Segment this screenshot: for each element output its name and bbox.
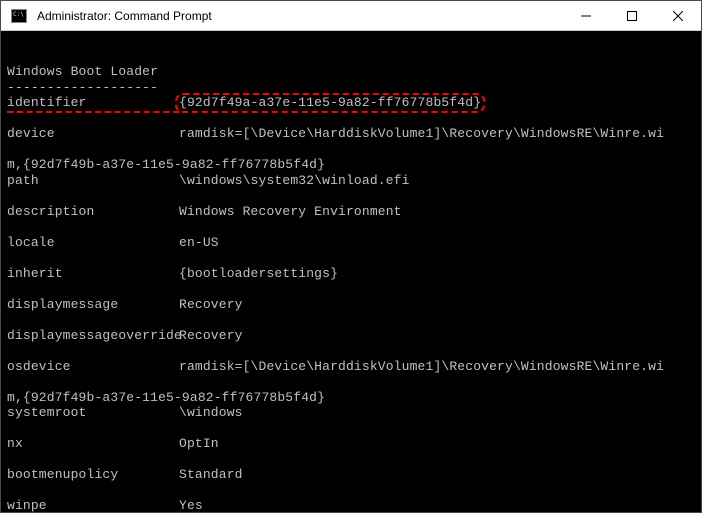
osdevice-key: osdevice (7, 359, 179, 375)
description-row: descriptionWindows Recovery Environment (7, 204, 701, 220)
locale-key: locale (7, 235, 179, 251)
displaymessageoverride-value: Recovery (179, 328, 243, 343)
section-header: Windows Boot Loader (7, 64, 158, 79)
minimize-button[interactable] (563, 1, 609, 30)
locale-row: localeen-US (7, 235, 701, 251)
locale-value: en-US (179, 235, 219, 250)
maximize-button[interactable] (609, 1, 655, 30)
identifier-key: identifier (7, 95, 179, 111)
bootmenupolicy-value: Standard (179, 467, 243, 482)
identifier-value: {92d7f49a-a37e-11e5-9a82-ff76778b5f4d} (179, 95, 481, 111)
inherit-value: {bootloadersettings} (179, 266, 338, 281)
nx-value: OptIn (179, 436, 219, 451)
displaymessage-row: displaymessageRecovery (7, 297, 701, 313)
path-value: \windows\system32\winload.efi (179, 173, 410, 188)
winpe-value: Yes (179, 498, 203, 512)
command-prompt-window: Administrator: Command Prompt Windows Bo… (0, 0, 702, 513)
close-button[interactable] (655, 1, 701, 30)
device-row: deviceramdisk=[\Device\HarddiskVolume1]\… (7, 126, 701, 142)
cmd-icon (5, 2, 33, 30)
winpe-key: winpe (7, 498, 179, 512)
osdevice-value: ramdisk=[\Device\HarddiskVolume1]\Recove… (179, 359, 664, 374)
identifier-row: identifier{92d7f49a-a37e-11e5-9a82-ff767… (7, 95, 701, 111)
bootmenupolicy-key: bootmenupolicy (7, 467, 179, 483)
window-title: Administrator: Command Prompt (37, 9, 563, 23)
displaymessage-value: Recovery (179, 297, 243, 312)
console-output[interactable]: Windows Boot Loader ------------------- … (1, 31, 701, 512)
systemroot-key: systemroot (7, 405, 179, 421)
device-value-wrap: m,{92d7f49b-a37e-11e5-9a82-ff76778b5f4d} (7, 157, 325, 172)
osdevice-value-wrap: m,{92d7f49b-a37e-11e5-9a82-ff76778b5f4d} (7, 390, 325, 405)
path-key: path (7, 173, 179, 189)
inherit-key: inherit (7, 266, 179, 282)
displaymessageoverride-key: displaymessageoverride (7, 328, 179, 344)
bootmenupolicy-row: bootmenupolicyStandard (7, 467, 701, 483)
description-value: Windows Recovery Environment (179, 204, 402, 219)
blank-line (7, 49, 15, 64)
nx-key: nx (7, 436, 179, 452)
path-row: path\windows\system32\winload.efi (7, 173, 701, 189)
displaymessage-key: displaymessage (7, 297, 179, 313)
displaymessageoverride-row: displaymessageoverrideRecovery (7, 328, 701, 344)
nx-row: nxOptIn (7, 436, 701, 452)
winpe-row: winpeYes (7, 498, 701, 512)
device-key: device (7, 126, 179, 142)
titlebar[interactable]: Administrator: Command Prompt (1, 1, 701, 31)
window-controls (563, 1, 701, 30)
inherit-row: inherit{bootloadersettings} (7, 266, 701, 282)
systemroot-row: systemroot\windows (7, 405, 701, 421)
description-key: description (7, 204, 179, 220)
device-value: ramdisk=[\Device\HarddiskVolume1]\Recove… (179, 126, 664, 141)
osdevice-row: osdeviceramdisk=[\Device\HarddiskVolume1… (7, 359, 701, 375)
divider: ------------------- (7, 80, 158, 95)
systemroot-value: \windows (179, 405, 243, 420)
